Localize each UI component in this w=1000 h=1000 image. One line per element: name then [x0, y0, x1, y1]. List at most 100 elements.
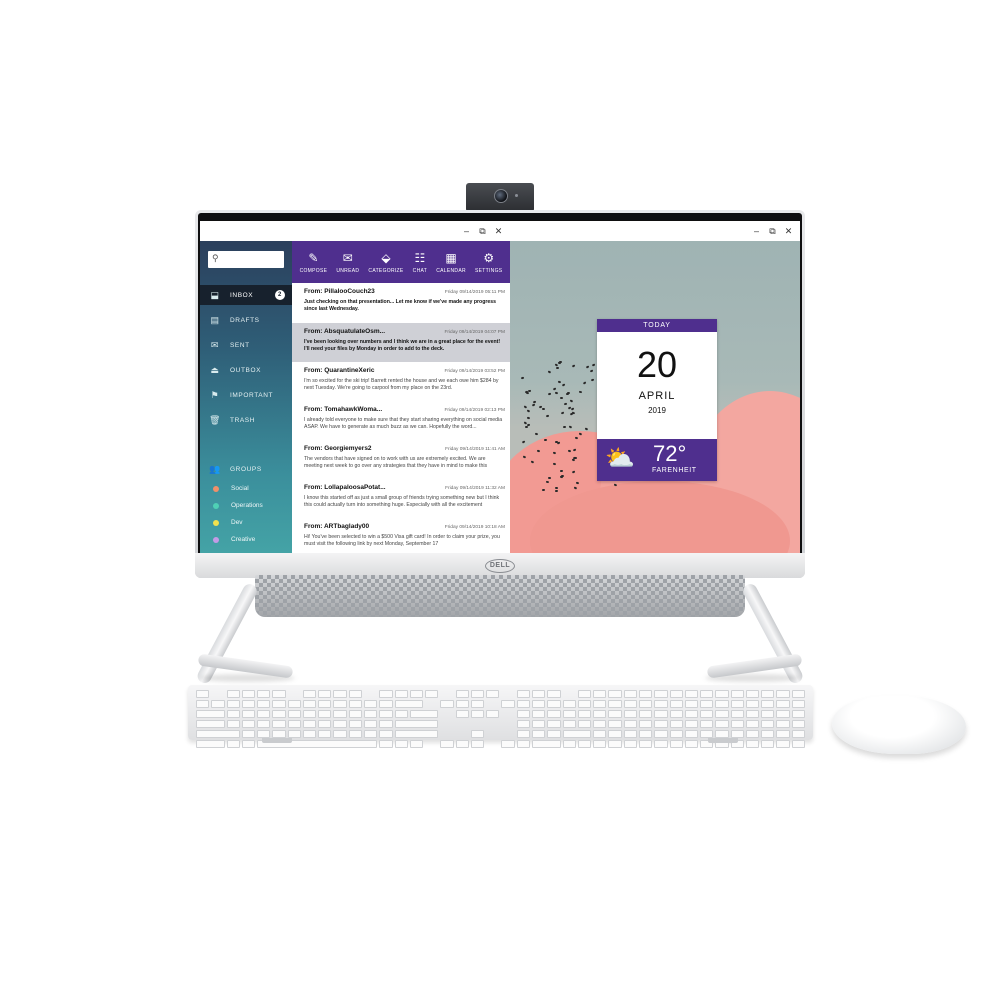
message-item-selected[interactable]: From: AbsquatulateOsm... Friday 09/14/20… — [292, 323, 510, 362]
keyboard-key[interactable] — [455, 710, 469, 718]
keyboard-key[interactable] — [287, 730, 301, 738]
keyboard-key[interactable] — [302, 730, 317, 738]
keyboard-key[interactable] — [532, 730, 546, 738]
keyboard-key[interactable] — [318, 700, 332, 708]
keyboard-key[interactable] — [547, 710, 561, 718]
keyboard-key[interactable] — [516, 730, 531, 738]
keyboard-key[interactable] — [318, 690, 332, 698]
keyboard-key[interactable] — [715, 720, 729, 728]
keyboard-key[interactable] — [241, 690, 256, 698]
keyboard-key[interactable] — [516, 720, 531, 728]
keyboard-key[interactable] — [730, 720, 744, 728]
keyboard-key[interactable] — [654, 720, 668, 728]
keyboard-key[interactable] — [241, 740, 256, 748]
keyboard-key[interactable] — [532, 740, 561, 748]
keyboard-key[interactable] — [745, 720, 760, 728]
keyboard-key[interactable] — [409, 710, 439, 718]
keyboard-key[interactable] — [791, 710, 805, 718]
keyboard-key[interactable] — [257, 720, 271, 728]
keyboard-key[interactable] — [196, 740, 225, 748]
keyboard-key[interactable] — [791, 690, 805, 698]
keyboard-key[interactable] — [776, 720, 790, 728]
keyboard-key[interactable] — [547, 690, 561, 698]
keyboard-key[interactable] — [272, 700, 286, 708]
keyboard-key[interactable] — [333, 700, 347, 708]
keyboard-key[interactable] — [715, 730, 729, 738]
keyboard-key[interactable] — [196, 700, 210, 708]
sidebar-item-inbox[interactable]: ⬓ INBOX 2 — [200, 285, 292, 305]
keyboard-key[interactable] — [776, 740, 790, 748]
sidebar-item-important[interactable]: ⚑ IMPORTANT — [200, 385, 292, 405]
keyboard-key[interactable] — [547, 730, 561, 738]
keyboard-key[interactable] — [409, 690, 424, 698]
restore-button[interactable]: ⧉ — [768, 226, 777, 236]
keyboard-key[interactable] — [226, 690, 240, 698]
keyboard-key[interactable] — [425, 690, 439, 698]
keyboard-key[interactable] — [516, 690, 531, 698]
group-item-creative[interactable]: Creative — [200, 532, 292, 547]
keyboard-key[interactable] — [532, 690, 546, 698]
keyboard-key[interactable] — [669, 690, 683, 698]
keyboard-key[interactable] — [501, 700, 515, 708]
keyboard-key[interactable] — [409, 740, 424, 748]
keyboard-key[interactable] — [715, 710, 729, 718]
keyboard-key[interactable] — [470, 730, 485, 738]
keyboard-key[interactable] — [379, 740, 393, 748]
close-button[interactable]: ✕ — [494, 226, 503, 236]
keyboard-key[interactable] — [593, 740, 607, 748]
keyboard-key[interactable] — [470, 700, 485, 708]
keyboard-key[interactable] — [745, 710, 760, 718]
keyboard-key[interactable] — [730, 700, 744, 708]
keyboard-key[interactable] — [532, 720, 546, 728]
keyboard-key[interactable] — [532, 710, 546, 718]
keyboard-key[interactable] — [791, 730, 805, 738]
keyboard-key[interactable] — [608, 700, 622, 708]
keyboard-key[interactable] — [684, 730, 699, 738]
keyboard-key[interactable] — [669, 720, 683, 728]
keyboard-key[interactable] — [302, 720, 317, 728]
keyboard-key[interactable] — [761, 730, 775, 738]
keyboard-key[interactable] — [623, 700, 637, 708]
keyboard-key[interactable] — [547, 700, 561, 708]
keyboard-key[interactable] — [684, 700, 699, 708]
keyboard-key[interactable] — [226, 700, 240, 708]
keyboard-key[interactable] — [364, 730, 378, 738]
keyboard-key[interactable] — [593, 720, 607, 728]
keyboard-key[interactable] — [776, 690, 790, 698]
keyboard-key[interactable] — [302, 700, 317, 708]
message-item[interactable]: From: LollapaloosaPotat... Friday 09/14/… — [292, 479, 510, 518]
keyboard-key[interactable] — [486, 710, 500, 718]
search-input[interactable] — [222, 253, 280, 266]
keyboard-key[interactable] — [776, 700, 790, 708]
keyboard-key[interactable] — [654, 740, 668, 748]
keyboard-key[interactable] — [348, 690, 363, 698]
keyboard[interactable] — [188, 685, 813, 748]
keyboard-key[interactable] — [791, 700, 805, 708]
keyboard-key[interactable] — [257, 700, 271, 708]
keyboard-key[interactable] — [791, 740, 805, 748]
search-box[interactable]: ⚲ — [208, 251, 284, 268]
keyboard-key[interactable] — [608, 720, 622, 728]
keyboard-key[interactable] — [654, 690, 668, 698]
chat-button[interactable]: ☷ CHAT — [413, 251, 427, 274]
keyboard-key[interactable] — [532, 700, 546, 708]
keyboard-key[interactable] — [608, 710, 622, 718]
keyboard-key[interactable] — [272, 710, 286, 718]
keyboard-key[interactable] — [470, 690, 485, 698]
sidebar-item-drafts[interactable]: ▤ DRAFTS — [200, 310, 292, 330]
keyboard-key[interactable] — [257, 730, 271, 738]
keyboard-key[interactable] — [654, 730, 668, 738]
keyboard-key[interactable] — [348, 720, 363, 728]
minimize-button[interactable]: – — [462, 226, 471, 236]
keyboard-key[interactable] — [516, 700, 531, 708]
keyboard-key[interactable] — [394, 700, 424, 708]
keyboard-key[interactable] — [761, 710, 775, 718]
keyboard-key[interactable] — [669, 730, 683, 738]
keyboard-key[interactable] — [394, 740, 408, 748]
keyboard-key[interactable] — [455, 690, 469, 698]
keyboard-key[interactable] — [394, 690, 408, 698]
keyboard-key[interactable] — [440, 700, 454, 708]
keyboard-key[interactable] — [638, 690, 653, 698]
keyboard-key[interactable] — [348, 700, 363, 708]
keyboard-key[interactable] — [455, 740, 469, 748]
